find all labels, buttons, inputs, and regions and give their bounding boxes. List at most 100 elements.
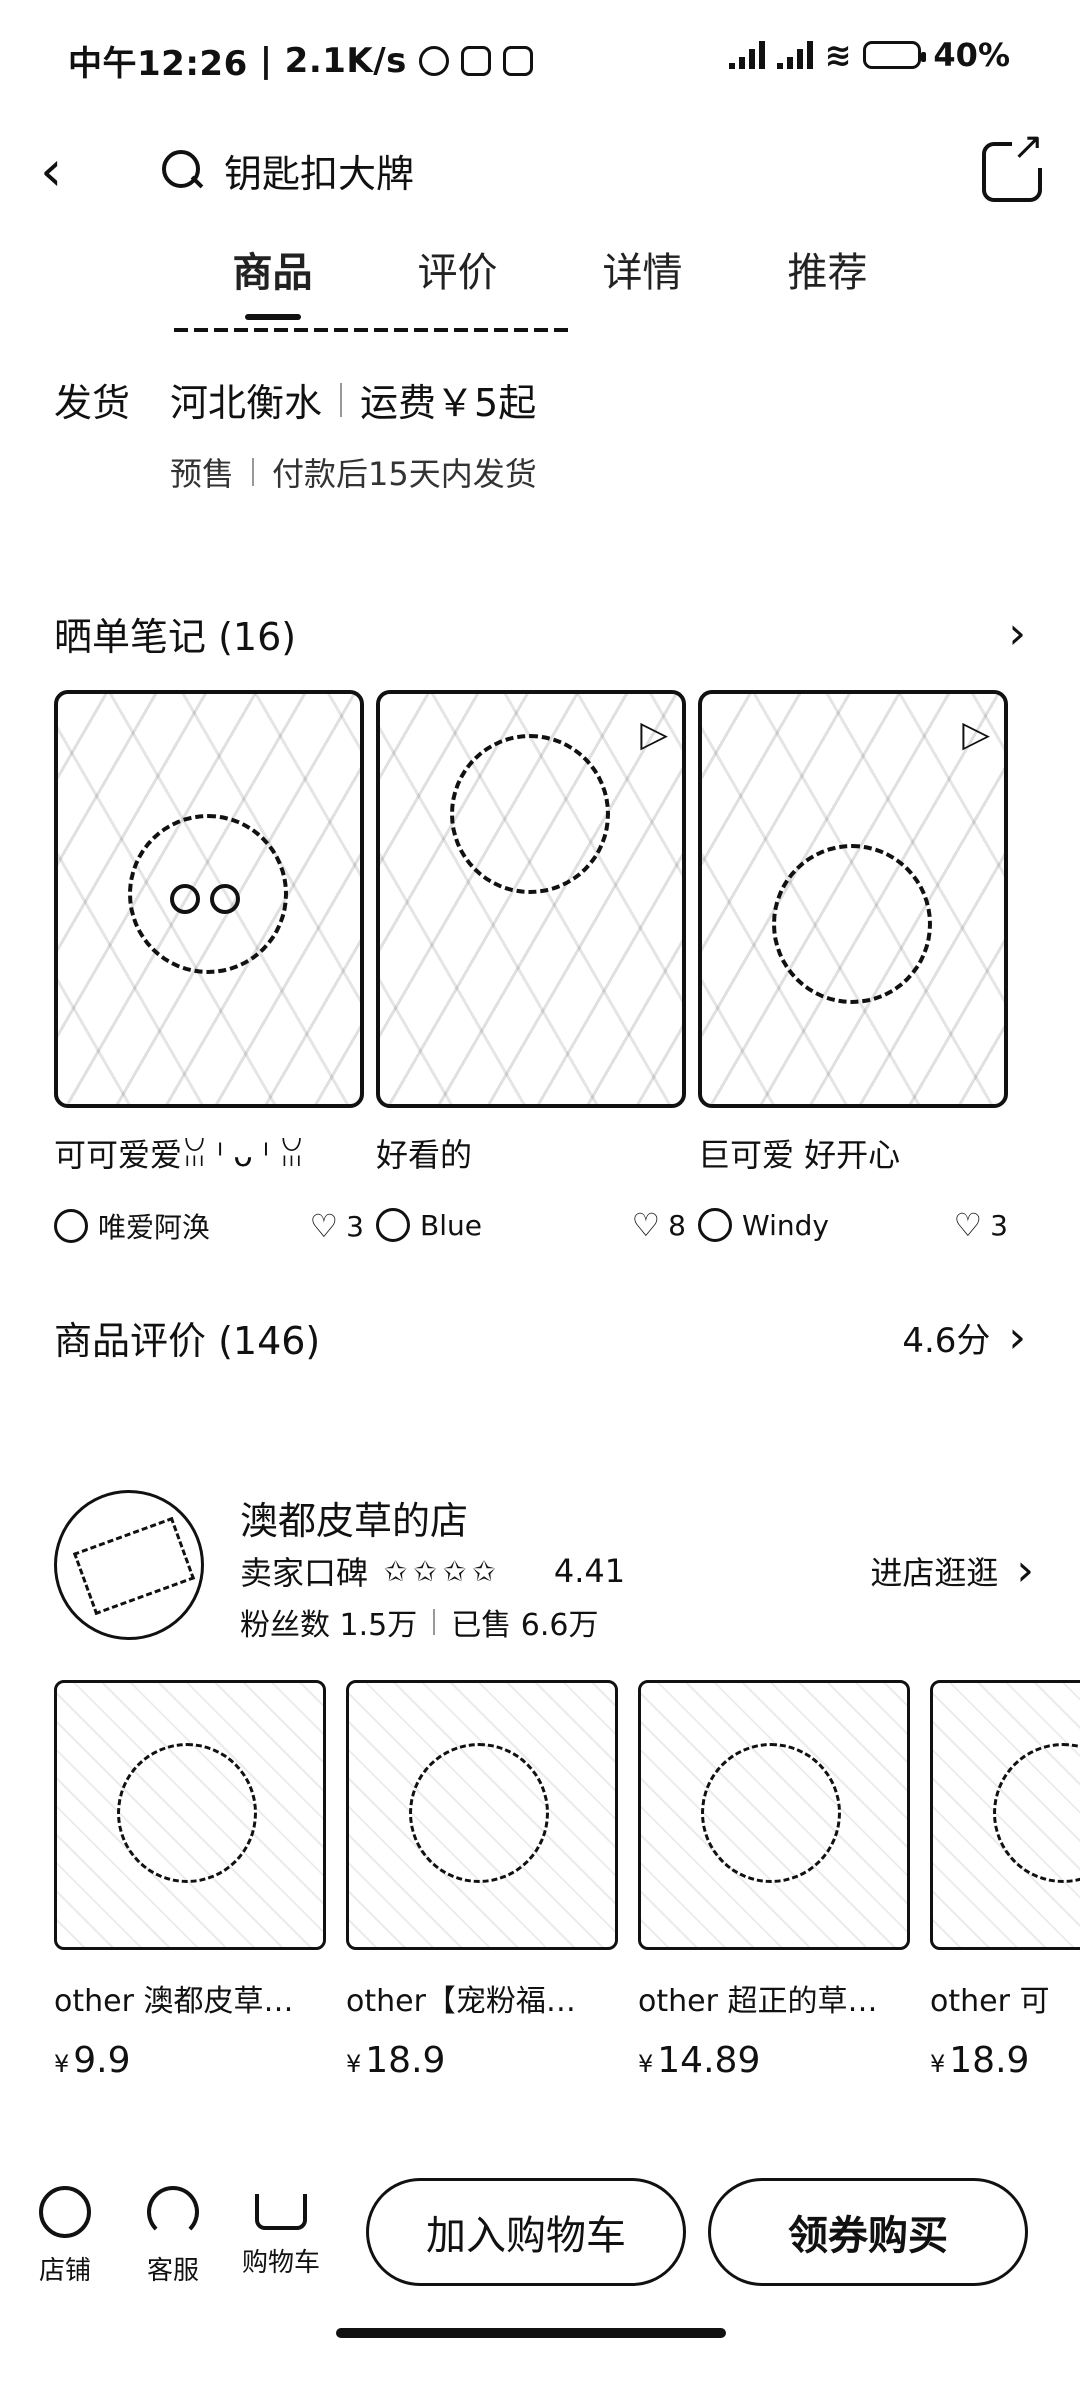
buy-button[interactable]: 领券购买: [708, 2178, 1028, 2286]
status-right: ≋ 40%: [728, 36, 1010, 74]
status-left: 中午12:26 | 2.1K/s: [68, 36, 533, 85]
store-icon: [39, 2186, 91, 2238]
wifi-icon: ≋: [824, 36, 852, 74]
divider: [340, 382, 343, 417]
shipping-info: 发货 河北衡水 运费￥5起 预售 付款后15天内发货: [54, 372, 1034, 495]
note-image: [54, 690, 364, 1108]
note-user: Blue: [420, 1208, 482, 1242]
product-card[interactable]: other 超正的草… ¥14.89: [638, 1680, 910, 2081]
search-text: 钥匙扣大牌: [224, 151, 415, 196]
product-name: other 可: [930, 1984, 1050, 2019]
service-label: 客服: [146, 2256, 199, 2286]
enter-store-button[interactable]: 进店逛逛 ›: [870, 1548, 1034, 1594]
shipping-fee: 运费￥5起: [360, 381, 537, 425]
heart-icon[interactable]: ♡: [953, 1206, 982, 1244]
back-icon[interactable]: ‹: [40, 142, 100, 202]
battery-level: 40%: [933, 36, 1010, 74]
cart-icon: [255, 2194, 307, 2230]
heart-icon[interactable]: ♡: [309, 1207, 338, 1245]
alarm-icon: [418, 45, 449, 76]
status-divider: |: [259, 40, 273, 81]
store-logo[interactable]: [54, 1490, 204, 1640]
ship-time: 付款后15天内发货: [272, 455, 537, 493]
product-image: [54, 1680, 326, 1950]
share-icon[interactable]: [982, 124, 1044, 202]
note-caption: 可可爱爱ꈍ ᴵ ᴗ ᴵ ꈍ: [54, 1136, 305, 1174]
reviews-header[interactable]: 商品评价 (146) 4.6分 ›: [54, 1310, 1026, 1365]
product-name: other【宠粉福…: [346, 1984, 576, 2019]
add-to-cart-button[interactable]: 加入购物车: [366, 2178, 686, 2286]
product-name: other 澳都皮草…: [54, 1984, 294, 2019]
note-likes: 8: [668, 1208, 686, 1242]
shipping-origin: 河北衡水: [170, 381, 323, 425]
play-icon: ▷: [640, 714, 668, 755]
store-stats: 粉丝数 1.5万 已售 6.6万: [240, 1600, 599, 1644]
divider: [252, 458, 255, 486]
bottom-action-bar: 店铺 客服 购物车 加入购物车 领券购买: [0, 2170, 1080, 2340]
note-card[interactable]: ▷ 好看的 Blue ♡ 8: [376, 690, 686, 1246]
avatar: [376, 1208, 410, 1242]
signal-icon-2: [776, 41, 813, 69]
heart-icon[interactable]: ♡: [631, 1206, 660, 1244]
note-card[interactable]: ▷ 巨可爱 好开心 Windy ♡ 3: [698, 690, 1008, 1246]
chevron-right-icon: ›: [1008, 607, 1026, 659]
status-net-speed: 2.1K/s: [284, 40, 407, 81]
note-likes: 3: [990, 1208, 1008, 1242]
note-user: 唯爱阿涣: [98, 1211, 211, 1244]
store-products: other 澳都皮草… ¥9.9 other【宠粉福… ¥18.9 other …: [54, 1680, 1080, 2081]
tab-goods-label: 商品: [232, 250, 313, 296]
product-price: ¥9.9: [54, 2040, 131, 2081]
tab-reviews-label: 评价: [417, 250, 498, 296]
product-card[interactable]: other 可 ¥18.9: [930, 1680, 1080, 2081]
home-indicator[interactable]: [336, 2328, 726, 2338]
status-time: 中午12:26: [68, 44, 248, 84]
reviews-title: 商品评价 (146): [54, 1319, 321, 1363]
search-icon: [160, 148, 204, 192]
product-image: [930, 1680, 1080, 1950]
reviews-score: 4.6分: [902, 1321, 991, 1361]
notes-header[interactable]: 晒单笔记 (16) ›: [54, 606, 1026, 661]
product-card[interactable]: other 澳都皮草… ¥9.9: [54, 1680, 326, 2081]
product-card[interactable]: other【宠粉福… ¥18.9: [346, 1680, 618, 2081]
notes-title: 晒单笔记 (16): [54, 615, 297, 659]
note-card[interactable]: 可可爱爱ꈍ ᴵ ᴗ ᴵ ꈍ 唯爱阿涣 ♡ 3: [54, 690, 364, 1246]
headset-icon: [147, 2186, 199, 2238]
service-button[interactable]: 客服: [128, 2186, 218, 2287]
star-rating-icon: ✩✩✩✩: [384, 1554, 502, 1588]
product-price: ¥18.9: [930, 2040, 1030, 2081]
note-caption: 巨可爱 好开心: [698, 1136, 901, 1174]
status-bar: 中午12:26 | 2.1K/s ≋ 40%: [0, 0, 1080, 120]
shop-button[interactable]: 店铺: [20, 2186, 110, 2287]
search-bar[interactable]: 钥匙扣大牌: [160, 138, 414, 202]
shop-label: 店铺: [38, 2256, 91, 2286]
product-price: ¥18.9: [346, 2040, 446, 2081]
store-sold: 已售 6.6万: [451, 1608, 599, 1643]
note-caption: 好看的: [376, 1136, 473, 1174]
product-image: [346, 1680, 618, 1950]
play-icon: ▷: [962, 714, 990, 755]
product-price: ¥14.89: [638, 2040, 761, 2081]
avatar: [54, 1209, 88, 1243]
divider: [433, 1609, 436, 1635]
cart-button[interactable]: 购物车: [236, 2186, 326, 2279]
store-rating: 4.41: [553, 1552, 626, 1590]
notes-list: 可可爱爱ꈍ ᴵ ᴗ ᴵ ꈍ 唯爱阿涣 ♡ 3 ▷ 好看的 Blue ♡ 8 ▷ …: [54, 690, 1054, 1246]
store-reputation: 卖家口碑 ✩✩✩✩ 4.41: [240, 1548, 625, 1594]
store-name[interactable]: 澳都皮草的店: [240, 1490, 468, 1545]
tab-details-label: 详情: [602, 250, 683, 296]
top-nav: ‹ 钥匙扣大牌: [0, 120, 1080, 230]
product-name: other 超正的草…: [638, 1984, 878, 2019]
store-fans: 粉丝数 1.5万: [240, 1608, 418, 1643]
product-image: [638, 1680, 910, 1950]
note-image: ▷: [698, 690, 1008, 1108]
store-card: 澳都皮草的店 卖家口碑 ✩✩✩✩ 4.41 粉丝数 1.5万 已售 6.6万 进…: [54, 1490, 1034, 1650]
note-image: ▷: [376, 690, 686, 1108]
enter-store-label: 进店逛逛: [870, 1554, 999, 1592]
signal-icon: [728, 41, 765, 69]
app-notify-icon: [460, 45, 491, 76]
note-user: Windy: [742, 1208, 829, 1242]
battery-icon: [863, 41, 927, 69]
chevron-right-icon: ›: [1008, 1311, 1026, 1363]
rep-label: 卖家口碑: [240, 1554, 369, 1592]
cart-label: 购物车: [241, 2248, 320, 2278]
